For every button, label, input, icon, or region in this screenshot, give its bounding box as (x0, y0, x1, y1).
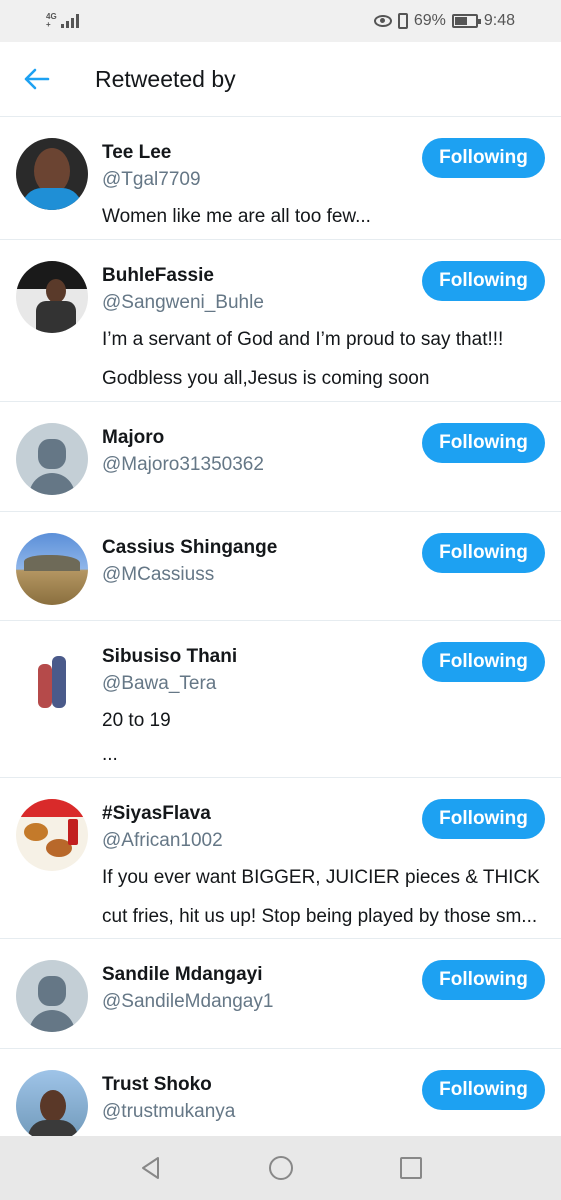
triangle-back-icon (141, 1157, 159, 1179)
following-button[interactable]: Following (422, 1070, 545, 1110)
battery-icon (451, 14, 481, 28)
following-button[interactable]: Following (422, 533, 545, 573)
nav-recents-button[interactable] (391, 1148, 431, 1188)
battery-percent: 69% (413, 12, 446, 29)
user-row[interactable]: Tee Lee @Tgal7709 Women like me are all … (0, 117, 561, 240)
retweeters-list: Tee Lee @Tgal7709 Women like me are all … (0, 117, 561, 1136)
clock: 9:48 (483, 12, 515, 29)
vibrate-icon (397, 13, 408, 29)
status-bar: 4G + 69% 9:48 (0, 0, 561, 42)
system-nav-bar (0, 1136, 561, 1200)
top-app-bar: Retweeted by (0, 42, 561, 117)
following-button[interactable]: Following (422, 423, 545, 463)
signal-indicator: 4G + (46, 13, 79, 29)
avatar[interactable] (16, 138, 88, 210)
user-row[interactable]: Cassius Shingange @MCassiuss Following (0, 512, 561, 621)
avatar[interactable] (16, 642, 88, 714)
following-button[interactable]: Following (422, 138, 545, 178)
nav-back-button[interactable] (131, 1148, 171, 1188)
user-row[interactable]: BuhleFassie @Sangweni_Buhle I’m a servan… (0, 240, 561, 402)
network-sub-label: + (46, 20, 51, 29)
user-row[interactable]: Sibusiso Thani @Bawa_Tera 20 to 19 ... F… (0, 621, 561, 778)
user-row[interactable]: Majoro @Majoro31350362 Following (0, 402, 561, 512)
back-button[interactable] (0, 42, 74, 117)
eye-comfort-icon (373, 15, 392, 27)
arrow-left-icon (24, 68, 50, 90)
user-row[interactable]: #SiyasFlava @African1002 If you ever wan… (0, 778, 561, 939)
status-right: 69% 9:48 (373, 12, 515, 30)
following-button[interactable]: Following (422, 642, 545, 682)
avatar[interactable] (16, 423, 88, 495)
square-recents-icon (399, 1157, 422, 1179)
page-title: Retweeted by (95, 65, 236, 92)
user-bio-line: If you ever want BIGGER, JUICIER pieces … (102, 867, 540, 888)
avatar[interactable] (16, 1070, 88, 1136)
avatar[interactable] (16, 799, 88, 871)
user-row[interactable]: Trust Shoko @trustmukanya Following (0, 1049, 561, 1136)
avatar[interactable] (16, 960, 88, 1032)
user-bio-line: ... (102, 744, 118, 765)
circle-home-icon (268, 1156, 293, 1180)
nav-home-button[interactable] (261, 1148, 301, 1188)
avatar[interactable] (16, 533, 88, 605)
user-bio-line: 20 to 19 (102, 710, 171, 731)
signal-bars-icon (60, 14, 79, 28)
following-button[interactable]: Following (422, 799, 545, 839)
user-bio-line: Godbless you all,Jesus is coming soon (102, 368, 430, 389)
following-button[interactable]: Following (422, 261, 545, 301)
user-bio-line: Women like me are all too few... (102, 206, 371, 227)
user-row[interactable]: Sandile Mdangayi @SandileMdangay1 Follow… (0, 939, 561, 1049)
user-bio-line: cut fries, hit us up! Stop being played … (102, 906, 538, 927)
network-type: 4G + (46, 13, 57, 29)
following-button[interactable]: Following (422, 960, 545, 1000)
avatar[interactable] (16, 261, 88, 333)
user-bio-line: I’m a servant of God and I’m proud to sa… (102, 329, 504, 350)
